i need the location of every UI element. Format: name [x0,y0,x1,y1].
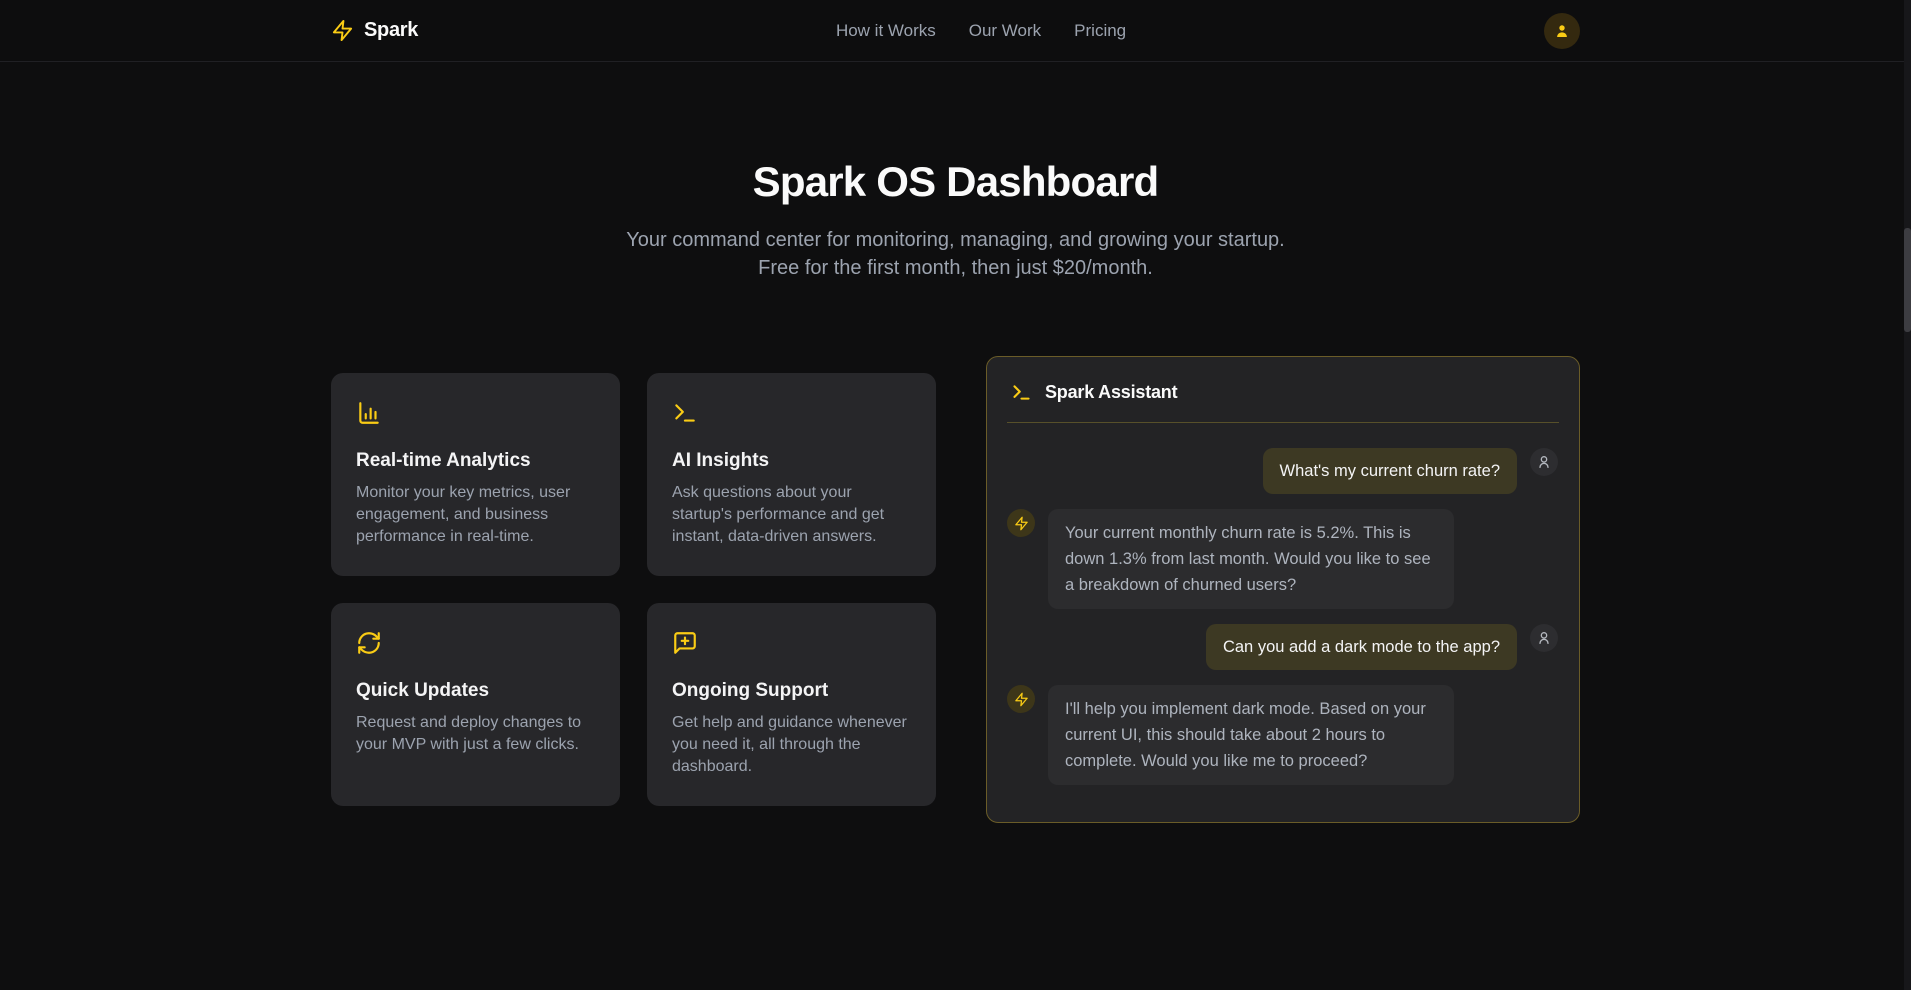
spark-bolt-icon [1014,516,1029,531]
brand-name: Spark [364,19,418,42]
message-square-plus-icon [672,630,698,656]
chat-message-assistant: I'll help you implement dark mode. Based… [1007,685,1558,785]
feature-title: Quick Updates [356,680,595,702]
top-navigation-bar: Spark How it Works Our Work Pricing [0,0,1911,62]
main-nav: How it Works Our Work Pricing [836,21,1126,41]
hero-section: Spark OS Dashboard Your command center f… [0,62,1911,282]
assistant-avatar [1007,685,1035,713]
chat-message-assistant: Your current monthly churn rate is 5.2%.… [1007,509,1558,609]
feature-card-realtime-analytics: Real-time Analytics Monitor your key met… [331,373,620,576]
user-avatar-button[interactable] [1544,13,1580,49]
nav-how-it-works[interactable]: How it Works [836,21,936,41]
chat-message-user: Can you add a dark mode to the app? [1007,624,1558,670]
feature-card-ai-insights: AI Insights Ask questions about your sta… [647,373,936,576]
page-subtitle: Your command center for monitoring, mana… [611,226,1301,282]
feature-description: Ask questions about your startup's perfo… [672,482,911,548]
feature-description: Request and deploy changes to your MVP w… [356,712,595,756]
assistant-message-bubble: I'll help you implement dark mode. Based… [1048,685,1454,785]
user-message-bubble: Can you add a dark mode to the app? [1206,624,1517,670]
spark-bolt-icon [331,19,354,42]
feature-description: Monitor your key metrics, user engagemen… [356,482,595,548]
feature-card-ongoing-support: Ongoing Support Get help and guidance wh… [647,603,936,806]
feature-description: Get help and guidance whenever you need … [672,712,911,778]
user-avatar [1530,624,1558,652]
brand-logo[interactable]: Spark [331,19,418,42]
page-scrollbar-thumb[interactable] [1904,228,1911,332]
feature-title: Ongoing Support [672,680,911,702]
terminal-icon [1011,382,1032,403]
features-grid: Real-time Analytics Monitor your key met… [331,373,936,806]
page-title: Spark OS Dashboard [0,158,1911,206]
user-icon [1553,22,1571,40]
user-icon [1536,630,1552,646]
chat-messages: What's my current churn rate? Your curre… [987,423,1579,822]
spark-bolt-icon [1014,692,1029,707]
content-row: Real-time Analytics Monitor your key met… [331,356,1580,823]
bar-chart-icon [356,400,382,426]
feature-title: Real-time Analytics [356,450,595,472]
assistant-message-bubble: Your current monthly churn rate is 5.2%.… [1048,509,1454,609]
user-icon [1536,454,1552,470]
feature-title: AI Insights [672,450,911,472]
terminal-icon [672,400,698,426]
refresh-icon [356,630,382,656]
feature-card-quick-updates: Quick Updates Request and deploy changes… [331,603,620,806]
chat-header: Spark Assistant [987,357,1579,422]
assistant-avatar [1007,509,1035,537]
user-avatar [1530,448,1558,476]
spark-assistant-panel: Spark Assistant What's my current churn … [986,356,1580,823]
nav-our-work[interactable]: Our Work [969,21,1041,41]
chat-message-user: What's my current churn rate? [1007,448,1558,494]
chat-title: Spark Assistant [1045,382,1177,403]
nav-pricing[interactable]: Pricing [1074,21,1126,41]
page-scrollbar-track [1904,0,1911,990]
user-message-bubble: What's my current churn rate? [1263,448,1517,494]
